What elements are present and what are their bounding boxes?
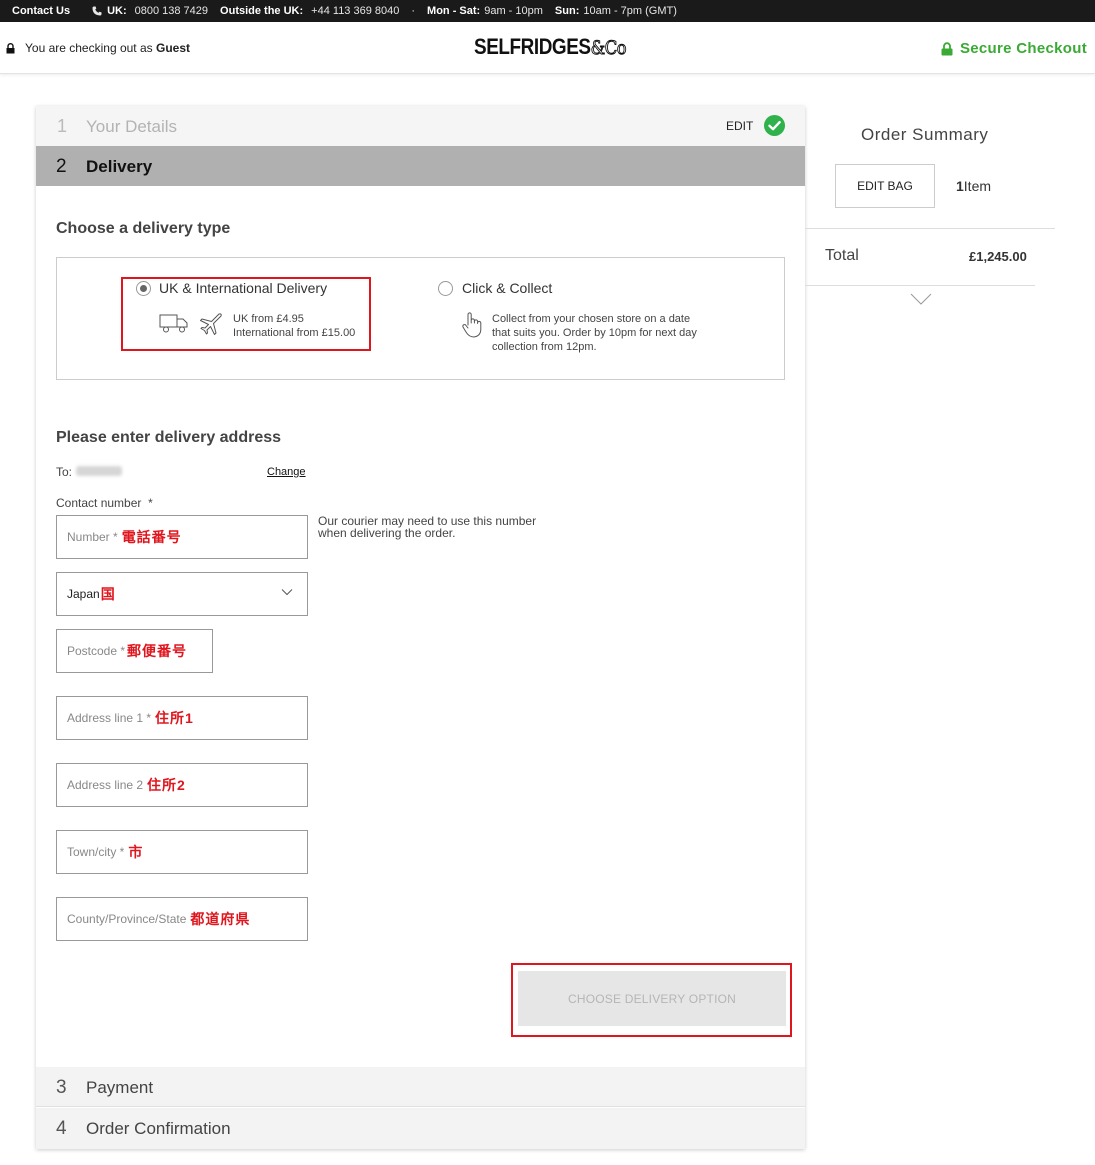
field-placeholder: Number * bbox=[67, 530, 118, 544]
click-collect-desc-1: Collect from your chosen store on a date bbox=[492, 313, 691, 325]
address-line-1-field[interactable]: Address line 1 * 住所1 bbox=[56, 696, 308, 740]
choose-delivery-option-button[interactable]: CHOOSE DELIVERY OPTION bbox=[518, 971, 786, 1026]
edit-bag-button[interactable]: EDIT BAG bbox=[835, 164, 935, 208]
step-number: 1 bbox=[57, 116, 68, 136]
guest-status: You are checking out as Guest bbox=[6, 41, 190, 55]
step-delivery: 2 Delivery bbox=[36, 146, 805, 186]
click-collect-radio[interactable] bbox=[438, 281, 453, 296]
field-placeholder: Town/city * bbox=[67, 845, 125, 859]
site-header: You are checking out as Guest SELFRIDGES… bbox=[0, 22, 1095, 74]
annotation-label: 郵便番号 bbox=[127, 643, 188, 659]
delivery-type-heading: Choose a delivery type bbox=[56, 220, 231, 237]
click-collect-title[interactable]: Click & Collect bbox=[462, 280, 552, 296]
truck-icon bbox=[159, 314, 188, 333]
summary-divider bbox=[805, 228, 1055, 229]
to-label: To: bbox=[56, 465, 73, 479]
change-recipient-link[interactable]: Change bbox=[267, 466, 306, 478]
redacted-recipient-name bbox=[76, 466, 122, 476]
courier-note: Our courier may need to use this number … bbox=[318, 514, 537, 540]
contact-us-link[interactable]: Contact Us bbox=[12, 5, 70, 17]
item-count: 1Item bbox=[956, 178, 992, 194]
annotation-label: 都道府県 bbox=[190, 911, 251, 927]
annotation-label: 国 bbox=[100, 586, 116, 602]
lock-icon bbox=[6, 42, 15, 53]
hand-pointer-icon bbox=[462, 312, 482, 338]
step-label: Your Details bbox=[86, 117, 178, 136]
top-info-bar: Contact Us UK: 0800 138 7429 Outside the… bbox=[0, 0, 1095, 22]
secure-lock-icon bbox=[941, 41, 953, 55]
phone-icon bbox=[92, 6, 102, 16]
outside-uk-label: Outside the UK: bbox=[220, 5, 304, 17]
monsat-hours: 9am - 10pm bbox=[484, 5, 543, 17]
step-order-confirmation: 4 Order Confirmation bbox=[36, 1108, 805, 1149]
uk-phone[interactable]: 0800 138 7429 bbox=[135, 5, 208, 17]
click-collect-desc-3: collection from 12pm. bbox=[492, 341, 597, 353]
annotation-label: 市 bbox=[128, 844, 144, 860]
field-placeholder: Address line 2 bbox=[67, 778, 144, 792]
selfridges-logo[interactable]: SELFRIDGES&Co bbox=[474, 34, 627, 60]
postcode-field[interactable]: Postcode * 郵便番号 bbox=[56, 629, 213, 673]
monsat-label: Mon - Sat: bbox=[427, 5, 481, 17]
country-value: Japan bbox=[67, 587, 100, 601]
step-label: Order Confirmation bbox=[86, 1119, 231, 1138]
outside-uk-phone[interactable]: +44 113 369 8040 bbox=[311, 5, 399, 17]
annotation-label: 住所1 bbox=[155, 710, 194, 726]
step-number: 4 bbox=[56, 1118, 67, 1139]
uk-price: UK from £4.95 bbox=[233, 313, 304, 325]
step-number: 2 bbox=[56, 156, 67, 177]
step-label: Payment bbox=[86, 1078, 154, 1097]
order-summary-title: Order Summary bbox=[861, 125, 989, 144]
delivery-type-options: UK & International Delivery UK from £4.9… bbox=[56, 257, 785, 380]
uk-international-radio[interactable] bbox=[136, 281, 151, 296]
contact-number-label: Contact number * bbox=[56, 496, 153, 510]
address-line-2-field[interactable]: Address line 2 住所2 bbox=[56, 763, 308, 807]
annotation-label: 住所2 bbox=[147, 777, 186, 793]
separator-dot: · bbox=[411, 5, 416, 17]
click-collect-desc-2: that suits you. Order by 10pm for next d… bbox=[492, 327, 697, 339]
town-city-field[interactable]: Town/city * 市 bbox=[56, 830, 308, 874]
check-circle-icon bbox=[764, 115, 785, 136]
delivery-address-heading: Please enter delivery address bbox=[56, 429, 282, 446]
sun-hours: 10am - 7pm (GMT) bbox=[583, 5, 677, 17]
checkout-panel: 1 Your Details EDIT 2 Delivery Choose a … bbox=[36, 106, 805, 1149]
total-label: Total bbox=[825, 247, 859, 264]
expand-summary-chevron-icon[interactable] bbox=[910, 293, 932, 306]
edit-details-link[interactable]: EDIT bbox=[726, 119, 753, 133]
country-select[interactable]: Japan 国 bbox=[56, 572, 308, 616]
summary-divider bbox=[805, 285, 1035, 286]
uk-international-title[interactable]: UK & International Delivery bbox=[159, 280, 327, 296]
field-placeholder: Postcode * bbox=[67, 644, 126, 658]
chevron-down-icon bbox=[281, 589, 293, 596]
step-your-details[interactable]: 1 Your Details EDIT bbox=[36, 106, 805, 146]
uk-label: UK: bbox=[107, 5, 127, 17]
sun-label: Sun: bbox=[554, 5, 580, 17]
annotation-label: 電話番号 bbox=[121, 529, 182, 545]
field-placeholder: County/Province/State bbox=[67, 912, 187, 926]
secure-checkout-label: Secure Checkout bbox=[941, 40, 1087, 57]
step-label: Delivery bbox=[86, 157, 153, 176]
guest-prefix: You are checking out as bbox=[25, 41, 153, 55]
guest-name: Guest bbox=[156, 41, 191, 55]
step-payment: 3 Payment bbox=[36, 1067, 805, 1107]
step-number: 3 bbox=[56, 1077, 67, 1098]
county-province-state-field[interactable]: County/Province/State 都道府県 bbox=[56, 897, 308, 941]
plane-icon bbox=[200, 313, 222, 335]
phone-number-field[interactable]: Number * 電話番号 bbox=[56, 515, 308, 559]
total-value: £1,245.00 bbox=[969, 249, 1027, 264]
international-price: International from £15.00 bbox=[233, 327, 356, 339]
field-placeholder: Address line 1 * bbox=[67, 711, 152, 725]
